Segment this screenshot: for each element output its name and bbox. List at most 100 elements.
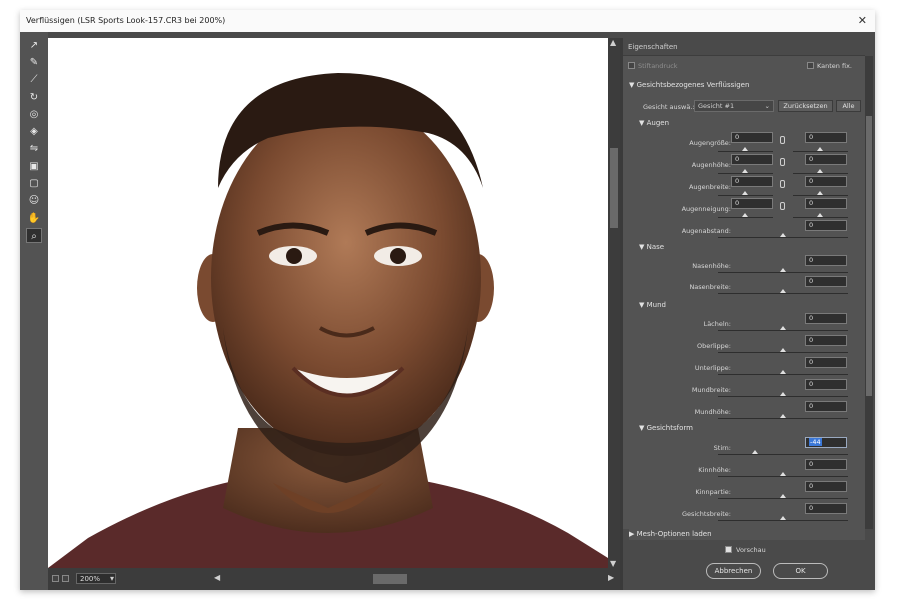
eye-tilt-right-slider[interactable] (793, 217, 848, 218)
face-tool-icon[interactable]: ☺ (26, 193, 42, 208)
link-icon[interactable] (780, 158, 785, 166)
face-width-input[interactable]: 0 (805, 503, 847, 514)
link-icon[interactable] (780, 180, 785, 188)
eye-tilt-right-input[interactable]: 0 (805, 198, 847, 209)
slider-knob[interactable] (817, 147, 823, 151)
panel-scroll-thumb[interactable] (866, 116, 872, 396)
mouth-width-input[interactable]: 0 (805, 379, 847, 390)
slider-knob[interactable] (742, 169, 748, 173)
eye-width-left-input[interactable]: 0 (731, 176, 773, 187)
eye-height-right-input[interactable]: 0 (805, 154, 847, 165)
thaw-mask-icon[interactable]: ▢ (26, 176, 42, 191)
smooth-icon[interactable]: ⟋ (26, 72, 42, 87)
slider-knob[interactable] (780, 392, 786, 396)
slider-knob[interactable] (780, 516, 786, 520)
eye-distance-input[interactable]: 0 (805, 220, 847, 231)
nose-width-slider[interactable] (718, 293, 848, 294)
jawline-slider[interactable] (718, 498, 848, 499)
scroll-right-icon[interactable]: ▶ (608, 573, 614, 582)
scroll-left-icon[interactable]: ◀ (214, 573, 220, 582)
all-button[interactable]: Alle (836, 100, 861, 112)
mouth-width-slider[interactable] (718, 396, 848, 397)
face-aware-section[interactable]: ▼ Gesichtsbezogenes Verflüssigen (629, 81, 749, 89)
upper-lip-input[interactable]: 0 (805, 335, 847, 346)
mouth-height-input[interactable]: 0 (805, 401, 847, 412)
preview-checkbox[interactable] (725, 546, 732, 553)
eye-size-right-input[interactable]: 0 (805, 132, 847, 143)
eyes-section[interactable]: ▼ Augen (639, 119, 669, 127)
eye-width-right-slider[interactable] (793, 195, 848, 196)
slider-knob[interactable] (780, 289, 786, 293)
slider-knob[interactable] (742, 213, 748, 217)
reconstruct-icon[interactable]: ✎ (26, 55, 42, 70)
bloat-icon[interactable]: ◈ (26, 124, 42, 139)
eye-height-left-slider[interactable] (718, 173, 773, 174)
status-square-icon[interactable] (52, 575, 59, 582)
slider-knob[interactable] (780, 414, 786, 418)
slider-knob[interactable] (780, 370, 786, 374)
slider-knob[interactable] (817, 213, 823, 217)
freeze-mask-icon[interactable]: ▣ (26, 159, 42, 174)
link-icon[interactable] (780, 202, 785, 210)
slider-knob[interactable] (780, 494, 786, 498)
nose-height-slider[interactable] (718, 272, 848, 273)
forward-warp-icon[interactable]: ↗ (26, 38, 42, 53)
link-icon[interactable] (780, 136, 785, 144)
eye-distance-slider[interactable] (718, 237, 848, 238)
lower-lip-slider[interactable] (718, 374, 848, 375)
slider-knob[interactable] (780, 268, 786, 272)
eye-tilt-left-input[interactable]: 0 (731, 198, 773, 209)
jawline-input[interactable]: 0 (805, 481, 847, 492)
eye-size-right-slider[interactable] (793, 151, 848, 152)
slider-knob[interactable] (752, 450, 758, 454)
slider-knob[interactable] (817, 191, 823, 195)
push-left-icon[interactable]: ⇋ (26, 141, 42, 156)
eye-width-right-input[interactable]: 0 (805, 176, 847, 187)
canvas-vertical-scrollbar[interactable]: ▲ ▼ (608, 38, 620, 568)
zoom-icon[interactable]: ⌕ (26, 228, 42, 243)
slider-knob[interactable] (780, 348, 786, 352)
slider-knob[interactable] (742, 147, 748, 151)
cancel-button[interactable]: Abbrechen (706, 563, 761, 579)
nose-height-input[interactable]: 0 (805, 255, 847, 266)
mesh-options-section[interactable]: ▶ Mesh-Optionen laden (629, 528, 865, 540)
face-select-dropdown[interactable]: Gesicht #1 ⌄ (694, 100, 774, 112)
chevron-down-icon[interactable]: ▾ (110, 574, 114, 583)
smile-slider[interactable] (718, 330, 848, 331)
eye-tilt-left-slider[interactable] (718, 217, 773, 218)
edges-fix-checkbox[interactable] (807, 62, 814, 69)
hand-icon[interactable]: ✋ (26, 211, 42, 226)
face-shape-section[interactable]: ▼ Gesichtsform (639, 424, 693, 432)
pucker-icon[interactable]: ◎ (26, 107, 42, 122)
pin-edges-checkbox[interactable] (628, 62, 635, 69)
scroll-down-icon[interactable]: ▼ (610, 559, 616, 568)
nose-section[interactable]: ▼ Nase (639, 243, 664, 251)
nose-width-input[interactable]: 0 (805, 276, 847, 287)
scroll-up-icon[interactable]: ▲ (610, 38, 616, 47)
vertical-scroll-thumb[interactable] (610, 148, 618, 228)
panel-scrollbar[interactable] (865, 56, 873, 529)
horizontal-scroll-thumb[interactable] (373, 574, 407, 584)
slider-knob[interactable] (817, 169, 823, 173)
forehead-input[interactable]: -44 (805, 437, 847, 448)
mouth-height-slider[interactable] (718, 418, 848, 419)
chin-height-input[interactable]: 0 (805, 459, 847, 470)
face-width-slider[interactable] (718, 520, 848, 521)
eye-height-right-slider[interactable] (793, 173, 848, 174)
eye-size-left-input[interactable]: 0 (731, 132, 773, 143)
reset-button[interactable]: Zurücksetzen (778, 100, 833, 112)
twirl-icon[interactable]: ↻ (26, 90, 42, 105)
eye-height-left-input[interactable]: 0 (731, 154, 773, 165)
image-canvas[interactable] (48, 38, 608, 568)
slider-knob[interactable] (780, 472, 786, 476)
upper-lip-slider[interactable] (718, 352, 848, 353)
forehead-slider[interactable] (718, 454, 848, 455)
slider-knob[interactable] (780, 233, 786, 237)
lower-lip-input[interactable]: 0 (805, 357, 847, 368)
ok-button[interactable]: OK (773, 563, 828, 579)
slider-knob[interactable] (780, 326, 786, 330)
eye-width-left-slider[interactable] (718, 195, 773, 196)
close-icon[interactable]: ✕ (858, 10, 867, 32)
smile-input[interactable]: 0 (805, 313, 847, 324)
chin-height-slider[interactable] (718, 476, 848, 477)
